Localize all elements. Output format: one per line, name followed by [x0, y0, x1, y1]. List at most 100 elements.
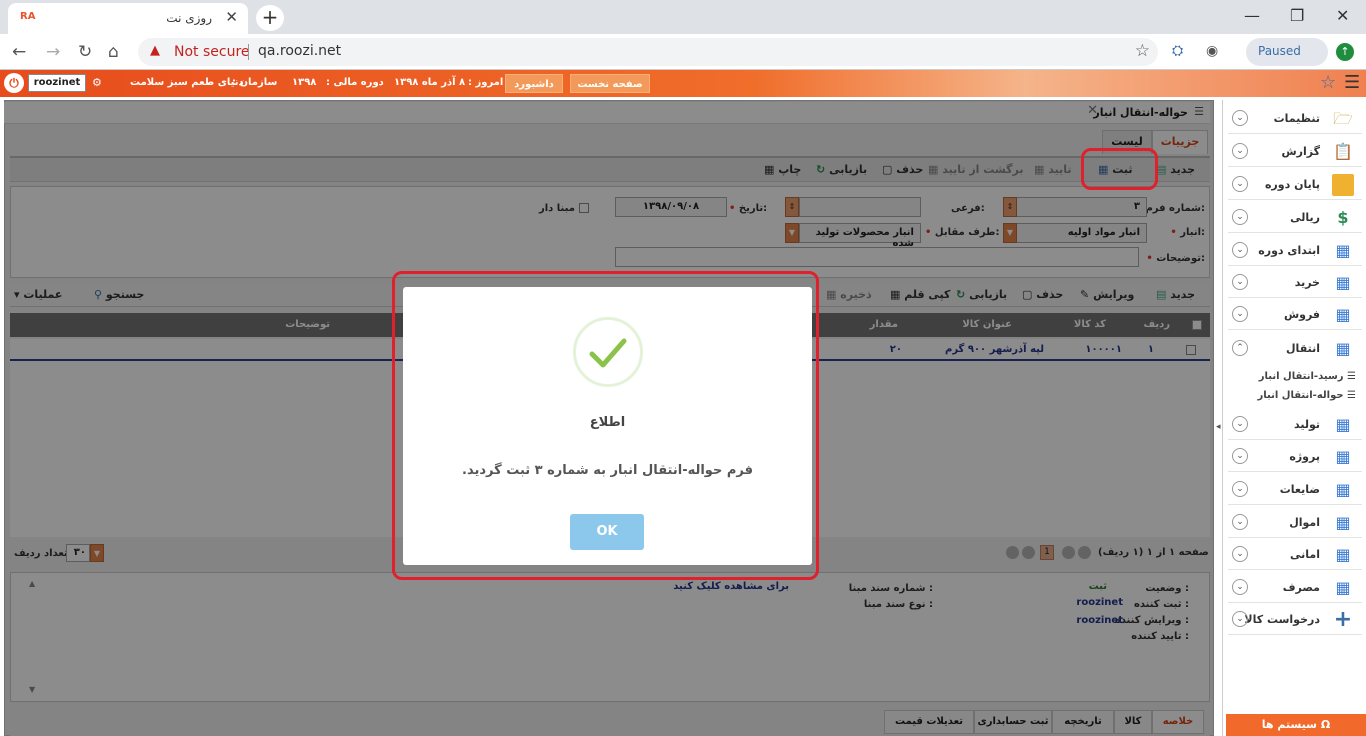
sidebar-item-transfer[interactable]: انتقال ▦ ⌃	[1228, 334, 1362, 364]
sidebar-item-project[interactable]: پروژه ▦ ⌄	[1228, 442, 1362, 472]
chevron-up-icon[interactable]: ⌃	[1232, 340, 1248, 356]
sidebar-item-label: تولید	[1293, 418, 1320, 431]
close-tab-icon[interactable]: ✕	[225, 8, 238, 26]
omnibox[interactable]: ▲ Not secure qa.roozi.net ☆	[138, 38, 1158, 66]
chevron-down-icon[interactable]: ⌄	[1232, 448, 1248, 464]
sidebar-item-label: درخواست کالا	[1244, 613, 1320, 626]
sidebar-item-settings[interactable]: تنظیمات 🗁 ⌄	[1228, 104, 1362, 134]
today-label: امروز :	[468, 77, 504, 88]
omega-icon: Ω	[1320, 718, 1331, 731]
window-close-icon[interactable]: ✕	[1336, 6, 1349, 25]
chevron-down-icon[interactable]: ⌄	[1232, 242, 1248, 258]
table-star-icon: ▦	[1335, 545, 1351, 564]
sidebar-item-label: انتقال	[1286, 342, 1320, 355]
profile-status: Paused	[1258, 44, 1301, 58]
favicon: RA	[20, 11, 36, 22]
chevron-down-icon[interactable]: ⌄	[1232, 514, 1248, 530]
browser-tab-bar: RA روزی نت ✕ + — ❐ ✕	[0, 0, 1366, 34]
chevron-down-icon[interactable]: ⌄	[1232, 306, 1248, 322]
restore-icon[interactable]: ❐	[1290, 6, 1304, 25]
url-text[interactable]: qa.roozi.net	[258, 43, 341, 59]
table-star-icon: ▦	[1335, 447, 1351, 466]
sidebar-subitem-label: رسید-انتقال انبار	[1258, 371, 1344, 382]
username-box[interactable]: roozinet	[28, 74, 86, 92]
chevron-down-icon[interactable]: ⌄	[1232, 143, 1248, 159]
chevron-down-icon[interactable]: ⌄	[1232, 546, 1248, 562]
settings-gear-icon[interactable]: ⚙	[92, 76, 102, 89]
sidebar-item-period-start[interactable]: ابتدای دوره ▦ ⌄	[1228, 236, 1362, 266]
sidebar-subitem-receipt-transfer[interactable]: ☰ رسید-انتقال انبار	[1240, 371, 1356, 382]
new-tab-button[interactable]: +	[256, 5, 284, 31]
sidebar-item-production[interactable]: تولید ▦ ⌄	[1228, 410, 1362, 440]
chevron-down-icon[interactable]: ⌄	[1232, 176, 1248, 192]
update-icon[interactable]: ↑	[1336, 43, 1354, 61]
address-bar-row: ← → ↻ ⌂ ▲ Not secure qa.roozi.net ☆ ⛭ ◉ …	[0, 34, 1366, 70]
table-star-icon: ▦	[1335, 480, 1351, 499]
sidebar-item-consignment[interactable]: امانی ▦ ⌄	[1228, 540, 1362, 570]
highlight-register-button	[1081, 148, 1158, 190]
sidebar-item-period-end[interactable]: پایان دوره ⌄	[1228, 170, 1362, 200]
minimize-icon[interactable]: —	[1244, 6, 1260, 25]
sidebar-item-goods-request[interactable]: درخواست کالا + ⌄	[1228, 605, 1362, 635]
systems-button[interactable]: سیستم ها Ω	[1226, 714, 1366, 736]
sidebar-item-sales[interactable]: فروش ▦ ⌄	[1228, 300, 1362, 330]
sidebar-collapse-icon[interactable]: ◂	[1216, 422, 1221, 432]
bookmark-star-icon[interactable]: ☆	[1135, 41, 1150, 61]
org-name: دنیای طعم سبز سلامت	[130, 77, 244, 88]
table-star-icon: ▦	[1335, 415, 1351, 434]
favorites-star-icon[interactable]: ☆	[1320, 72, 1336, 93]
sidebar-item-reports[interactable]: گزارش 📋 ⌄	[1228, 137, 1362, 167]
sidebar-item-assets[interactable]: اموال ▦ ⌄	[1228, 508, 1362, 538]
table-star-icon: ▦	[1335, 578, 1351, 597]
table-star-icon: ▦	[1335, 513, 1351, 532]
sidebar-item-purchase[interactable]: خرید ▦ ⌄	[1228, 268, 1362, 298]
sidebar-item-rial[interactable]: ریالی $ ⌄	[1228, 203, 1362, 233]
sidebar-item-label: ابتدای دوره	[1258, 244, 1320, 257]
power-icon[interactable]: ⏻	[4, 73, 24, 93]
chevron-down-icon[interactable]: ⌄	[1232, 274, 1248, 290]
chevron-down-icon[interactable]: ⌄	[1232, 416, 1248, 432]
chevron-down-icon[interactable]: ⌄	[1232, 579, 1248, 595]
profile-button[interactable]: Paused	[1246, 38, 1328, 66]
systems-label: سیستم ها	[1261, 718, 1317, 731]
app-header: ⏻ roozinet ⚙ دنیای طعم سبز سلامت سازمان …	[0, 70, 1366, 97]
sidebar-item-consumption[interactable]: مصرف ▦ ⌄	[1228, 573, 1362, 603]
chevron-down-icon[interactable]: ⌄	[1232, 611, 1248, 627]
sidebar-item-waste[interactable]: ضایعات ▦ ⌄	[1228, 475, 1362, 505]
extension-icon[interactable]: ⛭	[1172, 43, 1183, 59]
sidebar-item-label: مصرف	[1282, 581, 1320, 594]
today-date: ۸ آذر ماه ۱۳۹۸	[394, 77, 466, 88]
sidebar-item-label: خرید	[1294, 276, 1320, 289]
home-icon[interactable]: ⌂	[108, 42, 119, 62]
incognito-icon[interactable]: ◉	[1206, 43, 1218, 59]
table-star-icon: ▦	[1335, 241, 1351, 260]
chevron-down-icon[interactable]: ⌄	[1232, 209, 1248, 225]
table-star-icon: ▦	[1335, 339, 1351, 358]
sidebar-item-label: فروش	[1283, 308, 1320, 321]
fiscal-year: ۱۳۹۸	[292, 77, 317, 88]
home-page-button[interactable]: صفحه نخست	[570, 74, 650, 93]
sidebar-item-label: پروژه	[1289, 450, 1320, 463]
sidebar-subitem-label: حواله-انتقال انبار	[1257, 390, 1344, 401]
org-label: سازمان :	[232, 77, 278, 88]
sidebar-subitem-issue-transfer[interactable]: ☰ حواله-انتقال انبار	[1240, 390, 1356, 401]
dashboard-button[interactable]: داشبورد	[505, 74, 563, 93]
not-secure-label[interactable]: Not secure	[174, 44, 250, 60]
folder-settings-icon: 🗁	[1333, 109, 1353, 128]
sidebar-item-label: گزارش	[1281, 145, 1320, 158]
highlight-dialog	[392, 271, 819, 580]
forward-icon[interactable]: →	[46, 42, 60, 62]
chevron-down-icon[interactable]: ⌄	[1232, 110, 1248, 126]
table-star-icon: ▦	[1335, 305, 1351, 324]
chevron-down-icon[interactable]: ⌄	[1232, 481, 1248, 497]
warning-icon: ▲	[150, 43, 160, 58]
reload-icon[interactable]: ↻	[78, 42, 92, 62]
sidebar-item-label: ضایعات	[1279, 483, 1320, 496]
sidebar-item-label: امانی	[1290, 548, 1320, 561]
sidebar-item-label: اموال	[1289, 516, 1320, 529]
menu-icon[interactable]: ☰	[1344, 72, 1360, 93]
browser-tab[interactable]: RA روزی نت ✕	[8, 3, 248, 34]
tab-title: روزی نت	[166, 11, 212, 25]
plus-icon: +	[1333, 607, 1353, 632]
back-icon[interactable]: ←	[12, 42, 26, 62]
